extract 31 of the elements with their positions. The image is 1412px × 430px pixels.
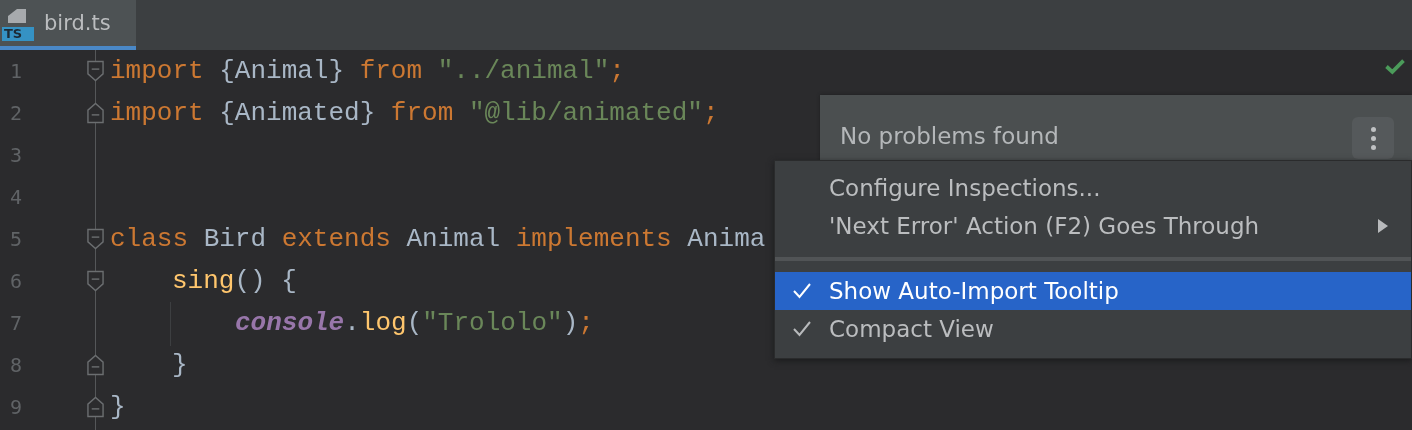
line-number: 9 (9, 395, 24, 419)
fold-marker-icon[interactable] (87, 60, 104, 82)
code-line: } (110, 392, 126, 422)
line-number: 2 (9, 101, 24, 125)
code-line: } (172, 350, 188, 380)
menu-item[interactable]: 'Next Error' Action (F2) Goes Through (775, 207, 1411, 245)
line-number: 6 (9, 269, 24, 293)
more-options-icon[interactable] (1352, 117, 1394, 159)
check-icon[interactable] (1384, 58, 1406, 75)
submenu-arrow-icon (1377, 218, 1389, 234)
line-number: 7 (9, 311, 24, 335)
line-number: 8 (9, 353, 24, 377)
code-line: sing() { (172, 266, 297, 296)
menu-item[interactable]: Configure Inspections... (775, 169, 1411, 207)
code-line: class Bird extends Animal implements Anima (110, 224, 766, 254)
code-line: console.log("Trololo"); (235, 308, 594, 338)
code-line: import {Animated} from "@lib/animated"; (110, 98, 719, 128)
line-number: 1 (9, 59, 24, 83)
menu-item[interactable]: Compact View (775, 310, 1411, 348)
status-message: No problems found (840, 123, 1059, 149)
line-number: 3 (9, 143, 24, 167)
line-number: 4 (9, 185, 24, 209)
editor-tab[interactable]: TS bird.ts (0, 0, 136, 50)
fold-marker-icon[interactable] (87, 354, 104, 376)
fold-marker-icon[interactable] (87, 228, 104, 250)
line-number: 5 (9, 227, 24, 251)
code-line: import {Animal} from "../animal"; (110, 56, 625, 86)
fold-marker-icon[interactable] (87, 270, 104, 292)
menu-item[interactable]: Show Auto-Import Tooltip (775, 272, 1411, 310)
fold-marker-icon[interactable] (87, 396, 104, 418)
fold-marker-icon[interactable] (87, 102, 104, 124)
